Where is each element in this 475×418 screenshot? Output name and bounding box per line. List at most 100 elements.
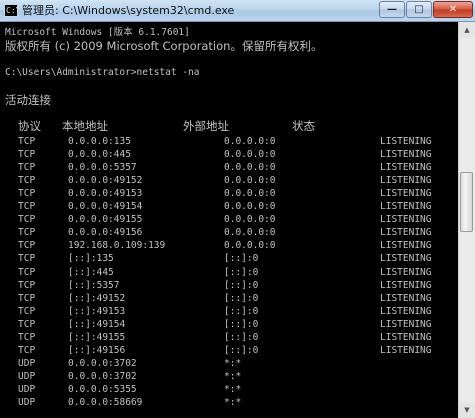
table-row: TCP 0.0.0.0:49154 0.0.0.0:0 LISTENING: [0, 200, 475, 213]
scroll-down-arrow-icon[interactable]: ▼: [459, 402, 475, 418]
header-state: 状态: [292, 119, 315, 133]
row-proto: TCP: [18, 149, 36, 161]
row-local-address: [::]:445: [68, 266, 114, 278]
console-line: 活动连接: [5, 93, 51, 107]
row-foreign-address: 0.0.0.0:0: [224, 175, 276, 187]
row-proto: TCP: [18, 162, 36, 174]
vertical-scrollbar[interactable]: ▲ ▼: [458, 22, 475, 418]
row-proto: UDP: [18, 370, 36, 382]
row-local-address: [::]:49152: [68, 292, 126, 304]
row-proto: UDP: [18, 383, 36, 395]
table-row: TCP [::]:5357 [::]:0 LISTENING: [0, 279, 475, 292]
row-foreign-address: [::]:0: [224, 344, 259, 356]
table-row: TCP 0.0.0.0:5357 0.0.0.0:0 LISTENING: [0, 161, 475, 174]
minimize-button[interactable]: —: [379, 1, 405, 18]
row-local-address: 0.0.0.0:49153: [68, 188, 143, 200]
table-row: UDP 0.0.0.0:5355 *:*: [0, 383, 475, 396]
table-row: TCP 192.168.0.109:139 0.0.0.0:0 LISTENING: [0, 239, 475, 252]
scroll-up-arrow-icon[interactable]: ▲: [459, 22, 475, 38]
maximize-button[interactable]: □: [406, 1, 432, 18]
scroll-thumb[interactable]: [460, 172, 473, 232]
row-local-address: 192.168.0.109:139: [68, 240, 166, 252]
row-local-address: [::]:49154: [68, 318, 126, 330]
table-row: TCP 0.0.0.0:49152 0.0.0.0:0 LISTENING: [0, 174, 475, 187]
row-foreign-address: [::]:0: [224, 253, 259, 265]
row-foreign-address: *:*: [224, 397, 242, 408]
row-proto: TCP: [18, 318, 36, 330]
row-foreign-address: 0.0.0.0:0: [224, 162, 276, 174]
row-state: LISTENING: [380, 214, 432, 226]
header-local: 本地地址: [62, 119, 108, 133]
row-foreign-address: 0.0.0.0:0: [224, 240, 276, 252]
row-state: LISTENING: [380, 344, 432, 356]
table-row: TCP [::]:135 [::]:0 LISTENING: [0, 252, 475, 265]
row-proto: TCP: [18, 240, 36, 252]
row-foreign-address: *:*: [224, 383, 242, 395]
row-state: LISTENING: [380, 253, 432, 265]
row-local-address: [::]:5357: [68, 279, 120, 291]
row-foreign-address: 0.0.0.0:0: [224, 136, 276, 147]
row-local-address: 0.0.0.0:445: [68, 149, 131, 161]
row-state: LISTENING: [380, 318, 432, 330]
table-row: TCP 0.0.0.0:49153 0.0.0.0:0 LISTENING: [0, 187, 475, 200]
row-foreign-address: [::]:0: [224, 318, 259, 330]
row-state: LISTENING: [380, 292, 432, 304]
table-row: TCP 0.0.0.0:49155 0.0.0.0:0 LISTENING: [0, 213, 475, 226]
console-output[interactable]: Microsoft Windows [版本 6.1.7601] 版权所有 (c)…: [0, 22, 475, 418]
row-local-address: 0.0.0.0:49152: [68, 175, 143, 187]
row-local-address: 0.0.0.0:49156: [68, 227, 143, 239]
table-row: TCP [::]:49152 [::]:0 LISTENING: [0, 292, 475, 305]
title-bar[interactable]: C:\ 管理员: C:\Windows\system32\cmd.exe — □…: [0, 0, 475, 22]
row-proto: TCP: [18, 279, 36, 291]
row-proto: TCP: [18, 175, 36, 187]
row-foreign-address: [::]:0: [224, 292, 259, 304]
row-local-address: [::]:49155: [68, 331, 126, 343]
row-foreign-address: 0.0.0.0:0: [224, 201, 276, 213]
row-proto: TCP: [18, 214, 36, 226]
row-proto: UDP: [18, 397, 36, 408]
window-title: 管理员: C:\Windows\system32\cmd.exe: [22, 4, 235, 17]
table-row: TCP [::]:49155 [::]:0 LISTENING: [0, 331, 475, 344]
row-local-address: 0.0.0.0:3702: [68, 357, 137, 369]
row-local-address: 0.0.0.0:5357: [68, 162, 137, 174]
row-proto: TCP: [18, 227, 36, 239]
row-state: LISTENING: [380, 227, 432, 239]
row-state: LISTENING: [380, 279, 432, 291]
window-controls: — □ ✕: [378, 1, 473, 19]
table-row: UDP 0.0.0.0:58669 *:*: [0, 396, 475, 409]
console-line: Microsoft Windows [版本 6.1.7601]: [5, 27, 190, 38]
row-local-address: 0.0.0.0:135: [68, 136, 131, 147]
console-line: 版权所有 (c) 2009 Microsoft Corporation。保留所有…: [5, 39, 323, 53]
row-state: LISTENING: [380, 136, 432, 147]
row-local-address: [::]:49156: [68, 344, 126, 356]
table-row: TCP 0.0.0.0:135 0.0.0.0:0 LISTENING: [0, 135, 475, 148]
table-row: UDP 0.0.0.0:3702 *:*: [0, 357, 475, 370]
row-local-address: [::]:135: [68, 253, 114, 265]
row-state: LISTENING: [380, 149, 432, 161]
table-row: TCP 0.0.0.0:49156 0.0.0.0:0 LISTENING: [0, 226, 475, 239]
row-local-address: 0.0.0.0:5355: [68, 383, 137, 395]
row-state: LISTENING: [380, 175, 432, 187]
row-local-address: 0.0.0.0:49155: [68, 214, 143, 226]
row-foreign-address: [::]:0: [224, 266, 259, 278]
console-line: C:\Users\Administrator>netstat -na: [5, 67, 200, 78]
row-foreign-address: 0.0.0.0:0: [224, 149, 276, 161]
row-proto: TCP: [18, 266, 36, 278]
row-foreign-address: [::]:0: [224, 305, 259, 317]
row-local-address: 0.0.0.0:3702: [68, 370, 137, 382]
close-button[interactable]: ✕: [433, 1, 473, 18]
row-foreign-address: *:*: [224, 357, 242, 369]
row-proto: UDP: [18, 357, 36, 369]
row-proto: TCP: [18, 188, 36, 200]
row-proto: TCP: [18, 344, 36, 356]
cmd-icon[interactable]: C:\: [4, 4, 18, 17]
row-state: LISTENING: [380, 188, 432, 200]
table-row: UDP 0.0.0.0:3702 *:*: [0, 370, 475, 383]
row-proto: TCP: [18, 201, 36, 213]
row-local-address: 0.0.0.0:49154: [68, 201, 143, 213]
header-foreign: 外部地址: [183, 119, 229, 133]
row-foreign-address: 0.0.0.0:0: [224, 227, 276, 239]
row-foreign-address: [::]:0: [224, 331, 259, 343]
row-foreign-address: *:*: [224, 370, 242, 382]
header-proto: 协议: [18, 119, 41, 133]
